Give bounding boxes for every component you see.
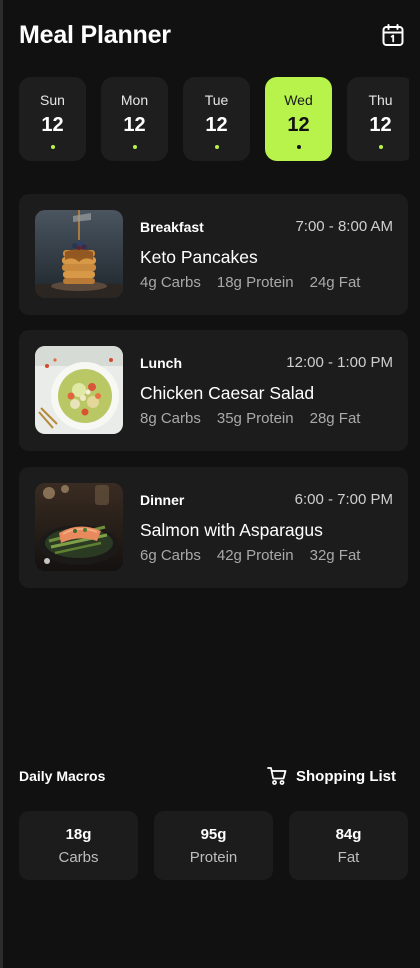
day-name: Sun [40, 92, 65, 108]
day-mon[interactable]: Mon 12 [101, 77, 168, 161]
protein-total-value: 95g [200, 825, 227, 843]
calendar-button[interactable] [380, 22, 406, 48]
fat-total-value: 84g [335, 825, 362, 843]
day-name: Thu [368, 92, 393, 108]
day-date: 12 [287, 114, 310, 136]
meal-time: 7:00 - 8:00 AM [295, 218, 393, 235]
day-wed-selected[interactable]: Wed 12 [265, 77, 332, 161]
meal-type: Dinner [140, 492, 185, 508]
meal-name: Salmon with Asparagus [140, 520, 323, 540]
app-screen: Meal Planner Sun 12 Mon 12 Tue 12 Wed 12… [0, 0, 420, 968]
meal-card-dinner[interactable]: Dinner 6:00 - 7:00 PM Salmon with Aspara… [19, 467, 408, 588]
fat-value: 24g Fat [309, 274, 361, 291]
meal-time: 12:00 - 1:00 PM [286, 354, 393, 371]
meal-photo [35, 210, 123, 298]
meal-macros: 4g Carbs 18g Protein 24g Fat [140, 274, 360, 291]
day-date: 12 [41, 114, 64, 136]
shopping-list-button[interactable]: Shopping List [267, 766, 396, 786]
shopping-list-label: Shopping List [296, 767, 396, 785]
day-sun[interactable]: Sun 12 [19, 77, 86, 161]
daily-macros-label: Daily Macros [19, 768, 106, 784]
protein-value: 35g Protein [216, 410, 294, 427]
daily-macro-totals: 18g Carbs 95g Protein 84g Fat [19, 811, 411, 880]
meal-indicator-dot [214, 145, 219, 149]
meal-name: Keto Pancakes [140, 247, 258, 267]
day-date: 12 [123, 114, 146, 136]
day-date: 12 [205, 114, 228, 136]
fat-value: 32g Fat [309, 547, 361, 564]
meal-type: Breakfast [140, 219, 204, 235]
day-name: Mon [120, 92, 149, 108]
meal-photo [35, 483, 123, 571]
meal-indicator-dot [132, 145, 137, 149]
carbs-total-tile: 18g Carbs [19, 811, 138, 880]
page-title: Meal Planner [19, 20, 171, 49]
carbs-value: 8g Carbs [140, 410, 201, 427]
meal-macros: 8g Carbs 35g Protein 28g Fat [140, 410, 360, 427]
meal-macros: 6g Carbs 42g Protein 32g Fat [140, 547, 360, 564]
meal-type: Lunch [140, 355, 182, 371]
carbs-value: 6g Carbs [140, 547, 201, 564]
day-date: 12 [369, 114, 392, 136]
meal-indicator-dot [296, 145, 301, 149]
protein-total-tile: 95g Protein [154, 811, 273, 880]
fat-total-label: Fat [337, 848, 360, 866]
protein-value: 18g Protein [216, 274, 294, 291]
meal-name: Chicken Caesar Salad [140, 383, 315, 403]
day-thu[interactable]: Thu 12 [347, 77, 409, 161]
summary-header: Daily Macros Shopping List [19, 764, 396, 788]
carbs-value: 4g Carbs [140, 274, 201, 291]
fat-value: 28g Fat [309, 410, 361, 427]
meal-card-lunch[interactable]: Lunch 12:00 - 1:00 PM Chicken Caesar Sal… [19, 330, 408, 451]
meal-card-breakfast[interactable]: Breakfast 7:00 - 8:00 AM Keto Pancakes 4… [19, 194, 408, 315]
day-name: Wed [284, 92, 313, 108]
cart-icon [267, 767, 287, 785]
carbs-total-label: Carbs [58, 848, 99, 866]
week-day-selector: Sun 12 Mon 12 Tue 12 Wed 12 Thu 12 [19, 77, 409, 161]
day-name: Tue [204, 92, 229, 108]
meal-indicator-dot [378, 145, 383, 149]
header: Meal Planner [19, 18, 409, 52]
meal-time: 6:00 - 7:00 PM [294, 491, 393, 508]
day-tue[interactable]: Tue 12 [183, 77, 250, 161]
carbs-total-value: 18g [65, 825, 92, 843]
meal-photo [35, 346, 123, 434]
meal-indicator-dot [50, 145, 55, 149]
protein-total-label: Protein [189, 848, 238, 866]
calendar-icon [382, 23, 404, 46]
fat-total-tile: 84g Fat [289, 811, 408, 880]
protein-value: 42g Protein [216, 547, 294, 564]
